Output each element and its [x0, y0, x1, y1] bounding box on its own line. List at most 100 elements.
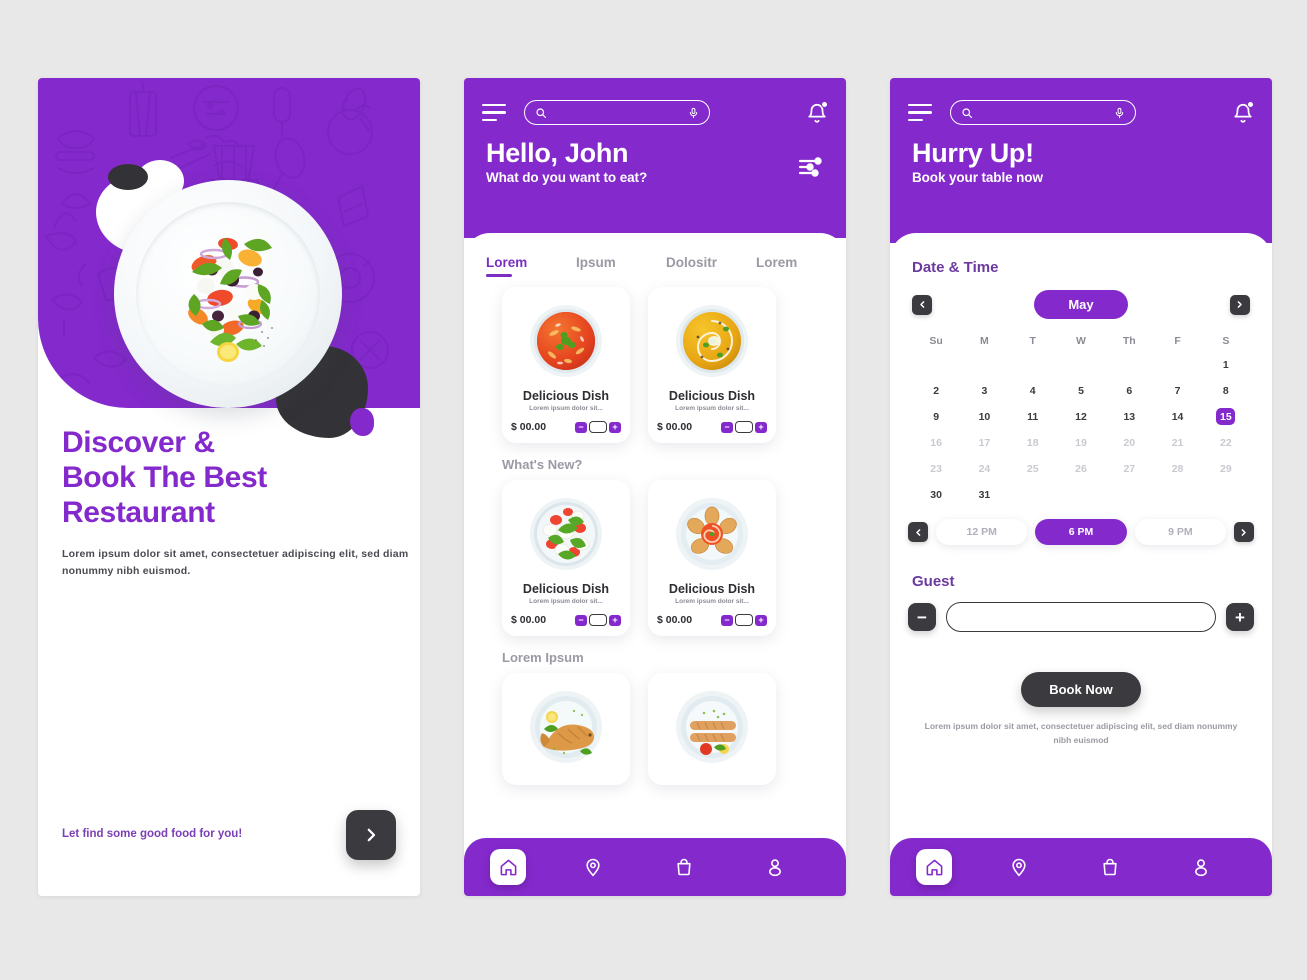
calendar-day[interactable]: 5 — [1071, 382, 1090, 399]
calendar-day[interactable]: 3 — [975, 382, 994, 399]
dish-card[interactable]: Delicious Dish Lorem ipsum dolor sit... … — [648, 480, 776, 636]
search-bar[interactable] — [950, 100, 1136, 125]
nav-home[interactable] — [916, 849, 952, 885]
next-time-button[interactable] — [1233, 522, 1254, 542]
calendar-day[interactable]: 21 — [1168, 434, 1187, 451]
calendar-day[interactable]: 19 — [1071, 434, 1090, 451]
calendar-day[interactable]: 12 — [1071, 408, 1090, 425]
quantity-value[interactable] — [735, 421, 753, 433]
calendar-day[interactable]: 10 — [975, 408, 994, 425]
search-input[interactable] — [973, 107, 1114, 118]
calendar-day[interactable]: 30 — [927, 486, 946, 503]
quantity-value[interactable] — [589, 421, 607, 433]
decrement-button[interactable]: − — [575, 421, 587, 433]
calendar-day[interactable]: 22 — [1216, 434, 1235, 451]
calendar-day-selected[interactable]: 15 — [1216, 408, 1236, 425]
hero-illustration — [38, 78, 420, 478]
home-content-sheet: Lorem Ipsum Dolositr Lorem Delicious Dis… — [464, 233, 846, 896]
increment-button[interactable]: + — [755, 614, 767, 626]
dish-scroll-area[interactable]: Delicious Dish Lorem ipsum dolor sit... … — [464, 277, 846, 825]
decrement-button[interactable]: − — [721, 421, 733, 433]
dish-description: Lorem ipsum dolor sit... — [675, 405, 749, 412]
time-slot-6pm-selected[interactable]: 6 PM — [1035, 519, 1127, 545]
tab-ipsum[interactable]: Ipsum — [576, 255, 666, 277]
nav-profile[interactable] — [729, 857, 820, 877]
calendar-day[interactable]: 2 — [927, 382, 946, 399]
calendar-day[interactable]: 25 — [1023, 460, 1042, 477]
nav-home[interactable] — [490, 849, 526, 885]
guest-decrement-button[interactable]: − — [908, 603, 936, 631]
time-slot-9pm[interactable]: 9 PM — [1134, 519, 1226, 545]
dish-card[interactable] — [502, 673, 630, 785]
nav-location[interactable] — [974, 857, 1065, 877]
dish-card[interactable]: Delicious Dish Lorem ipsum dolor sit... … — [502, 287, 630, 443]
book-now-button[interactable]: Book Now — [1021, 672, 1141, 707]
greeting-subtitle: Book your table now — [912, 170, 1043, 186]
dish-card[interactable] — [648, 673, 776, 785]
calendar-day[interactable]: 17 — [975, 434, 994, 451]
increment-button[interactable]: + — [609, 421, 621, 433]
prev-time-button[interactable] — [908, 522, 928, 542]
location-pin-icon — [586, 858, 600, 877]
onboarding-copy: Discover & Book The Best Restaurant Lore… — [62, 426, 420, 580]
calendar-day[interactable]: 7 — [1168, 382, 1187, 399]
hamburger-menu-icon[interactable] — [482, 103, 506, 122]
quantity-value[interactable] — [735, 614, 753, 626]
mockup-screens: Discover & Book The Best Restaurant Lore… — [38, 78, 1272, 896]
prev-month-button[interactable] — [912, 294, 932, 315]
microphone-icon[interactable] — [1114, 106, 1125, 120]
onboarding-footer-text: Let find some good food for you! — [62, 828, 243, 840]
chevron-left-icon — [915, 528, 920, 536]
calendar-day[interactable]: 28 — [1168, 460, 1187, 477]
nav-bag[interactable] — [1065, 857, 1156, 877]
increment-button[interactable]: + — [609, 614, 621, 626]
dish-card[interactable]: Delicious Dish Lorem ipsum dolor sit... … — [502, 480, 630, 636]
calendar-day[interactable]: 27 — [1120, 460, 1139, 477]
calendar-day[interactable]: 9 — [927, 408, 946, 425]
calendar-day[interactable]: 23 — [927, 460, 946, 477]
nav-profile[interactable] — [1155, 857, 1246, 877]
tab-lorem-2[interactable]: Lorem — [756, 255, 828, 277]
hamburger-menu-icon[interactable] — [908, 103, 932, 122]
next-button[interactable] — [346, 810, 396, 860]
section-heading-whats-new: What's New? — [502, 457, 583, 472]
filter-sliders-icon[interactable] — [798, 157, 824, 182]
calendar-day[interactable]: 20 — [1120, 434, 1139, 451]
decrement-button[interactable]: − — [721, 614, 733, 626]
calendar-day[interactable]: 18 — [1023, 434, 1042, 451]
decrement-button[interactable]: − — [575, 614, 587, 626]
calendar-day[interactable]: 13 — [1120, 408, 1139, 425]
search-input[interactable] — [547, 107, 688, 118]
month-label[interactable]: May — [1034, 290, 1128, 319]
guest-count-input[interactable] — [946, 602, 1216, 632]
home-icon — [500, 859, 516, 875]
notification-bell-icon[interactable] — [1232, 100, 1254, 125]
calendar-day[interactable]: 31 — [975, 486, 994, 503]
calendar-day[interactable]: 1 — [1216, 356, 1235, 373]
calendar-day[interactable]: 14 — [1168, 408, 1187, 425]
quantity-value[interactable] — [589, 614, 607, 626]
microphone-icon[interactable] — [688, 106, 699, 120]
nav-location[interactable] — [548, 857, 639, 877]
increment-button[interactable]: + — [755, 421, 767, 433]
calendar-day[interactable]: 4 — [1023, 382, 1042, 399]
calendar-day[interactable]: 6 — [1120, 382, 1139, 399]
calendar-day[interactable]: 29 — [1216, 460, 1235, 477]
notification-bell-icon[interactable] — [806, 100, 828, 125]
search-bar[interactable] — [524, 100, 710, 125]
time-slot-12pm[interactable]: 12 PM — [936, 519, 1028, 545]
greeting-title: Hurry Up! — [912, 138, 1034, 168]
calendar-day[interactable]: 8 — [1216, 382, 1235, 399]
calendar-day[interactable]: 24 — [975, 460, 994, 477]
notification-dot — [1247, 100, 1254, 108]
nav-bag[interactable] — [639, 857, 730, 877]
next-month-button[interactable] — [1229, 294, 1250, 315]
tab-lorem-1[interactable]: Lorem — [486, 255, 576, 277]
calendar-day[interactable]: 16 — [927, 434, 946, 451]
guest-increment-button[interactable]: + — [1226, 603, 1254, 631]
dow-th: Th — [1122, 335, 1136, 347]
dish-card[interactable]: Delicious Dish Lorem ipsum dolor sit... … — [648, 287, 776, 443]
tab-dolositr[interactable]: Dolositr — [666, 255, 756, 277]
calendar-day[interactable]: 11 — [1023, 408, 1042, 425]
calendar-day[interactable]: 26 — [1071, 460, 1090, 477]
